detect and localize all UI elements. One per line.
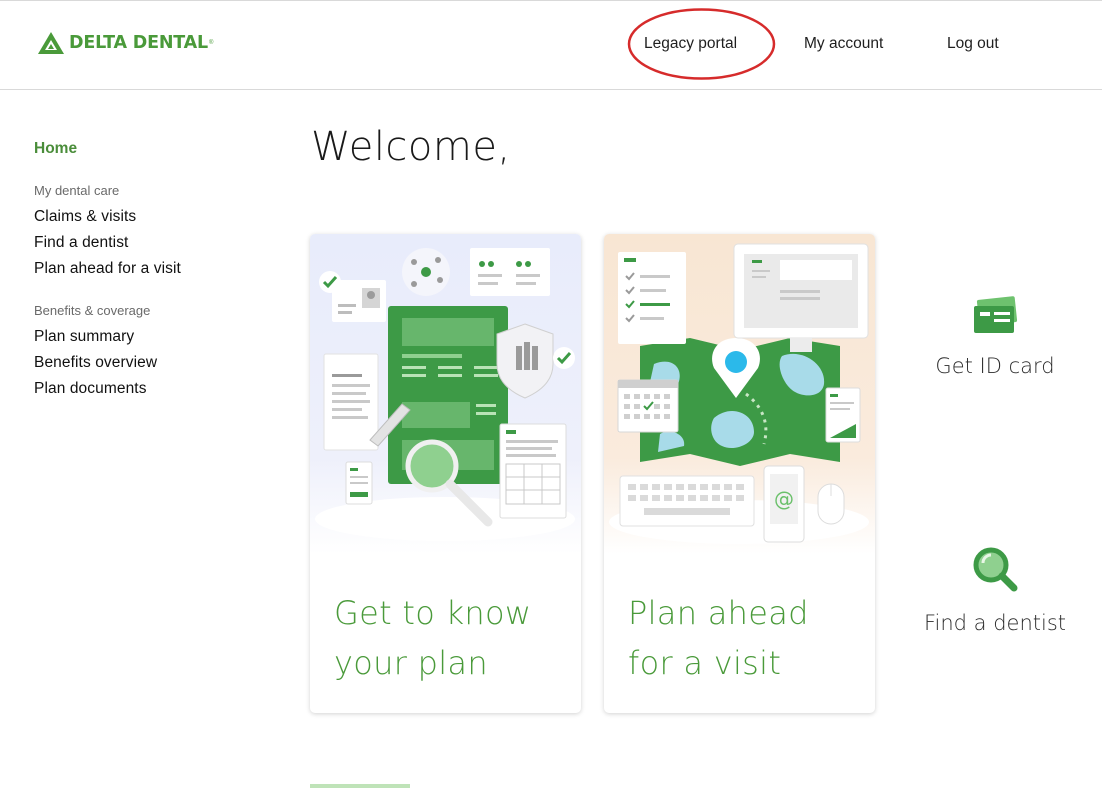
log-out-link[interactable]: Log out (947, 35, 999, 53)
sidebar-item-find-dentist[interactable]: Find a dentist (34, 234, 128, 252)
card-title-line: your plan (334, 644, 488, 682)
sidebar-item-claims-visits[interactable]: Claims & visits (34, 208, 136, 226)
plan-ahead-visit-card[interactable]: @ Plan ahead for a visit (604, 234, 875, 713)
delta-triangle-icon (38, 32, 64, 54)
card-title-line: Plan ahead (628, 594, 809, 632)
card-title-get-to-know-plan: Get to know your plan (334, 588, 564, 688)
sidebar-section-benefits-coverage: Benefits & coverage (34, 303, 151, 318)
find-dentist-button[interactable]: Find a dentist (915, 545, 1075, 635)
find-dentist-label: Find a dentist (923, 611, 1067, 635)
page-title: Welcome, (311, 124, 511, 170)
logo-registered-mark: ® (208, 40, 214, 46)
sidebar-item-home[interactable]: Home (34, 140, 77, 158)
site-header: DELTA DENTAL ® Legacy portal My account L… (0, 0, 1102, 90)
get-id-card-button[interactable]: Get ID card (920, 296, 1070, 378)
delta-dental-logo[interactable]: DELTA DENTAL ® (38, 31, 213, 55)
sidebar-item-plan-documents[interactable]: Plan documents (34, 380, 147, 398)
card-title-line: Get to know (334, 594, 532, 632)
svg-text:@: @ (774, 487, 794, 511)
card-title-line: for a visit (628, 644, 782, 682)
legacy-portal-link[interactable]: Legacy portal (644, 35, 737, 53)
map-planning-illustration: @ (604, 234, 875, 554)
plan-documents-illustration (310, 234, 581, 554)
card-title-plan-ahead: Plan ahead for a visit (628, 588, 858, 688)
get-to-know-plan-card[interactable]: Get to know your plan (310, 234, 581, 713)
sidebar-item-plan-ahead[interactable]: Plan ahead for a visit (34, 260, 181, 278)
sidebar-item-plan-summary[interactable]: Plan summary (34, 328, 134, 346)
carousel-indicator (310, 784, 410, 788)
my-account-link[interactable]: My account (804, 35, 883, 53)
magnifier-icon (973, 547, 1018, 592)
get-id-card-label: Get ID card (935, 354, 1055, 378)
sidebar-section-my-dental-care: My dental care (34, 183, 120, 198)
id-card-icon (974, 296, 1018, 333)
sidebar-item-benefits-overview[interactable]: Benefits overview (34, 354, 157, 372)
logo-text: DELTA DENTAL (69, 33, 208, 53)
